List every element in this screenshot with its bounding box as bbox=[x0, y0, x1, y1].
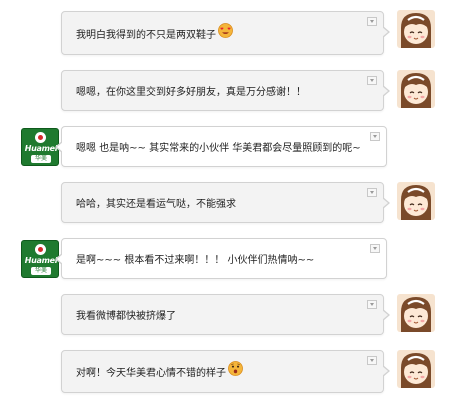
message-text: 是啊~~~ 根本看不过来啊！！！ 小伙伴们热情呐~~ bbox=[76, 255, 315, 266]
message-bubble: 是啊~~~ 根本看不过来啊！！！ 小伙伴们热情呐~~ bbox=[55, 238, 387, 279]
girl-avatar-icon bbox=[397, 10, 435, 48]
girl-avatar-icon bbox=[397, 350, 435, 388]
huamei-logo-icon: Huamei 华美 bbox=[21, 128, 59, 166]
girl-avatar-icon bbox=[397, 70, 435, 108]
message-bubble: 我看微博都快被挤爆了 bbox=[61, 294, 390, 335]
message-row: Huamei 华美 嗯嗯 也是呐~~ 其实常来的小伙伴 华美君都会尽量照顾到的呢… bbox=[0, 112, 449, 168]
message-row: Huamei 华美 是啊~~~ 根本看不过来啊！！！ 小伙伴们热情呐~~ bbox=[0, 224, 449, 280]
brand-avatar: Huamei 华美 bbox=[21, 240, 59, 278]
message-text: 哈哈，其实还是看运气哒，不能强求 bbox=[76, 199, 236, 210]
message-menu-icon[interactable] bbox=[367, 17, 377, 26]
message-menu-icon[interactable] bbox=[367, 356, 377, 365]
message-menu-icon[interactable] bbox=[367, 188, 377, 197]
message-bubble: 对啊！今天华美君心情不错的样子 bbox=[61, 350, 390, 393]
message-row: 嗯嗯，在你这里交到好多好朋友，真是万分感谢！！ bbox=[0, 56, 449, 112]
message-menu-icon[interactable] bbox=[370, 132, 380, 141]
message-text: 嗯嗯 也是呐~~ 其实常来的小伙伴 华美君都会尽量照顾到的呢~ bbox=[76, 143, 361, 154]
brand-avatar: Huamei 华美 bbox=[21, 128, 59, 166]
girl-avatar-icon bbox=[397, 182, 435, 220]
message-menu-icon[interactable] bbox=[367, 76, 377, 85]
message-bubble: 嗯嗯，在你这里交到好多好朋友，真是万分感谢！！ bbox=[61, 70, 390, 111]
message-row: 我看微博都快被挤爆了 bbox=[0, 280, 449, 336]
message-row: 我明白我得到的不只是两双鞋子 bbox=[0, 0, 449, 56]
message-row: 哈哈，其实还是看运气哒，不能强求 bbox=[0, 168, 449, 224]
message-text: 我明白我得到的不只是两双鞋子 bbox=[76, 29, 216, 41]
user-avatar bbox=[397, 294, 435, 332]
message-text: 我看微博都快被挤爆了 bbox=[76, 311, 176, 322]
user-avatar bbox=[397, 70, 435, 108]
message-menu-icon[interactable] bbox=[367, 300, 377, 309]
surprised-emoji bbox=[228, 361, 243, 376]
message-text: 对啊！今天华美君心情不错的样子 bbox=[76, 368, 226, 379]
message-bubble: 哈哈，其实还是看运气哒，不能强求 bbox=[61, 182, 390, 223]
user-avatar bbox=[397, 182, 435, 220]
user-avatar bbox=[397, 10, 435, 48]
heart-eyes-emoji bbox=[218, 22, 233, 38]
message-bubble: 我明白我得到的不只是两双鞋子 bbox=[61, 11, 390, 55]
message-menu-icon[interactable] bbox=[370, 244, 380, 253]
message-text: 嗯嗯，在你这里交到好多好朋友，真是万分感谢！！ bbox=[76, 87, 306, 98]
message-row: 对啊！今天华美君心情不错的样子 bbox=[0, 336, 449, 404]
huamei-logo-icon: Huamei 华美 bbox=[21, 240, 59, 278]
message-bubble: 嗯嗯 也是呐~~ 其实常来的小伙伴 华美君都会尽量照顾到的呢~ bbox=[55, 126, 387, 167]
user-avatar bbox=[397, 350, 435, 388]
girl-avatar-icon bbox=[397, 294, 435, 332]
